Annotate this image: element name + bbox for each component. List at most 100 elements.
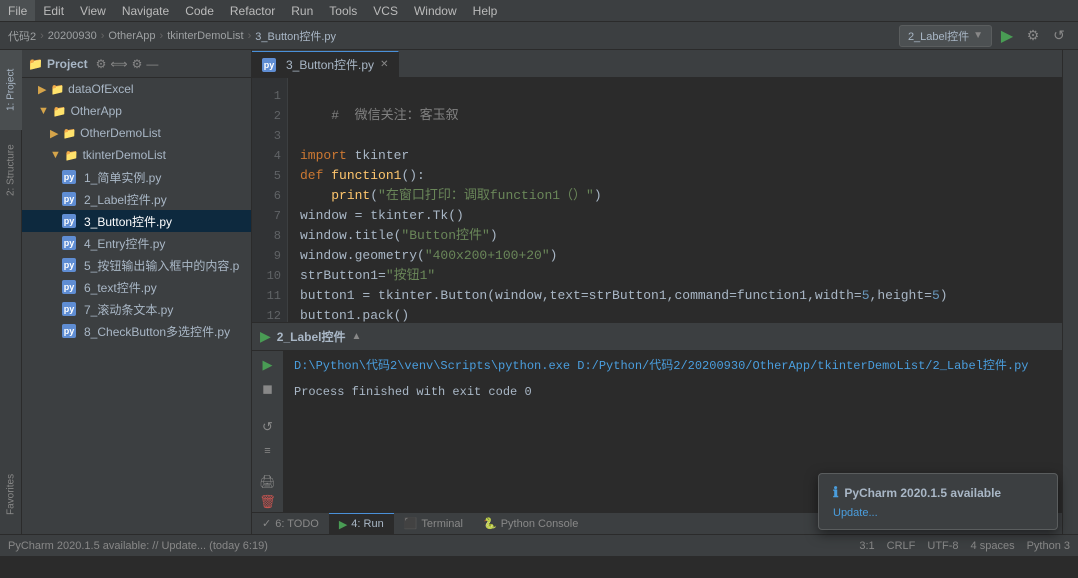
bottom-tab-run-label: 4: Run xyxy=(351,518,383,530)
menu-file[interactable]: File xyxy=(0,0,35,21)
tree-item-py1[interactable]: py 1_简单实例.py xyxy=(22,166,251,188)
notification-title: ℹ PyCharm 2020.1.5 available xyxy=(833,484,1043,501)
run-wrap-button[interactable]: ≡ xyxy=(258,441,278,461)
line-numbers: 1 2 3 4 5 6 7 8 9 10 11 12 xyxy=(252,78,288,322)
bottom-tab-todo-label: 6: TODO xyxy=(275,518,319,530)
folder-glyph: 📁 xyxy=(50,83,64,96)
editor-area: py 3_Button控件.py ✕ 1 2 3 4 5 6 7 8 9 10 xyxy=(252,50,1062,322)
folder-glyph: 📁 xyxy=(65,149,79,162)
tree-item-label: OtherDemoList xyxy=(80,126,161,140)
run-print-button[interactable]: 🖨 xyxy=(258,472,278,492)
folder-expand-icon: ▼ xyxy=(38,105,49,117)
tree-item-label: 2_Label控件.py xyxy=(84,191,167,208)
run-clear-button[interactable]: 🗑 xyxy=(258,492,278,512)
py-file-icon: py xyxy=(62,258,76,272)
tree-item-label: OtherApp xyxy=(71,104,122,118)
run-icon: ▶ xyxy=(339,518,347,531)
run-rerun-button[interactable]: ↺ xyxy=(258,417,278,437)
status-position[interactable]: 3:1 xyxy=(859,540,874,552)
notification-title-text: PyCharm 2020.1.5 available xyxy=(844,486,1001,500)
menubar: File Edit View Navigate Code Refactor Ru… xyxy=(0,0,1078,22)
menu-help[interactable]: Help xyxy=(465,0,506,21)
sidebar-tab-favorites[interactable]: Favorites xyxy=(0,454,22,534)
breadcrumb-part-1[interactable]: 20200930 xyxy=(48,30,97,42)
breadcrumb-part-2[interactable]: OtherApp xyxy=(108,30,155,42)
tree-item-otherdemolist[interactable]: ▶ 📁 OtherDemoList xyxy=(22,122,251,144)
settings-button[interactable]: ⚙ xyxy=(1022,25,1044,47)
status-right: 3:1 CRLF UTF-8 4 spaces Python 3 xyxy=(859,540,1070,552)
run-header-chevron[interactable]: ▲ xyxy=(351,331,361,342)
status-left-text: PyCharm 2020.1.5 available: // Update...… xyxy=(8,540,268,552)
bottom-tab-todo[interactable]: ✓ 6: TODO xyxy=(252,513,329,535)
menu-edit[interactable]: Edit xyxy=(35,0,72,21)
code-area[interactable]: 1 2 3 4 5 6 7 8 9 10 11 12 # 微信关注：客玉叙 im… xyxy=(252,78,1062,322)
tab-button-file[interactable]: py 3_Button控件.py ✕ xyxy=(252,51,399,77)
tree-item-py3-active[interactable]: py 3_Button控件.py xyxy=(22,210,251,232)
sidebar-vertical-tabs: 1: Project 2: Structure Favorites xyxy=(0,50,22,534)
menu-vcs[interactable]: VCS xyxy=(365,0,406,21)
editor-run-container: py 3_Button控件.py ✕ 1 2 3 4 5 6 7 8 9 10 xyxy=(252,50,1062,534)
menu-navigate[interactable]: Navigate xyxy=(114,0,177,21)
run-toolbar: ▶ ◼ ↺ ≡ 🖨 🗑 xyxy=(252,351,284,512)
reload-button[interactable]: ↺ xyxy=(1048,25,1070,47)
tree-item-label: 8_CheckButton多选控件.py xyxy=(84,323,230,340)
project-panel-header: 📁 Project ⚙ ⟺ ⚙ — xyxy=(22,50,251,78)
run-button[interactable]: ▶ xyxy=(996,25,1018,47)
tab-file-icon: py xyxy=(262,58,276,72)
folder-icon: 📁 xyxy=(28,57,43,71)
tree-item-py2[interactable]: py 2_Label控件.py xyxy=(22,188,251,210)
menu-code[interactable]: Code xyxy=(177,0,222,21)
run-path-text: D:\Python\代码2\venv\Scripts\python.exe D:… xyxy=(294,359,1029,373)
sidebar-tab-structure[interactable]: 2: Structure xyxy=(0,130,22,210)
bottom-tab-python-console[interactable]: 🐍 Python Console xyxy=(473,513,588,535)
menu-view[interactable]: View xyxy=(72,0,114,21)
expand-icon[interactable]: ⟺ xyxy=(110,57,127,71)
tree-item-py8[interactable]: py 8_CheckButton多选控件.py xyxy=(22,320,251,342)
tree-item-tkinterdemolist[interactable]: ▼ 📁 tkinterDemoList xyxy=(22,144,251,166)
breadcrumb-file: 3_Button控件.py xyxy=(255,28,336,44)
tree-item-label: 1_简单实例.py xyxy=(84,169,161,186)
tree-item-py6[interactable]: py 6_text控件.py xyxy=(22,276,251,298)
tree-item-py7[interactable]: py 7_滚动条文本.py xyxy=(22,298,251,320)
bottom-tab-run[interactable]: ▶ 4: Run xyxy=(329,513,394,535)
file-tree: ▶ 📁 dataOfExcel ▼ 📁 OtherApp ▶ 📁 OtherDe… xyxy=(22,78,251,534)
menu-window[interactable]: Window xyxy=(406,0,465,21)
tree-item-dataOfExcel[interactable]: ▶ 📁 dataOfExcel xyxy=(22,78,251,100)
tree-item-label: dataOfExcel xyxy=(68,82,133,96)
minimize-icon[interactable]: — xyxy=(146,57,158,71)
todo-icon: ✓ xyxy=(262,517,271,530)
run-panel-header: ▶ 2_Label控件 ▲ xyxy=(252,323,1062,351)
run-play-button[interactable]: ▶ xyxy=(258,355,278,375)
menu-refactor[interactable]: Refactor xyxy=(222,0,283,21)
py-file-icon: py xyxy=(62,324,76,338)
tree-item-label: 5_按钮输出输入框中的内容.p xyxy=(84,257,239,274)
breadcrumb-sep-3: › xyxy=(248,30,252,42)
status-line-endings[interactable]: CRLF xyxy=(887,540,916,552)
status-indent[interactable]: 4 spaces xyxy=(971,540,1015,552)
breadcrumb-root[interactable]: 代码2 xyxy=(8,28,36,44)
tree-item-py4[interactable]: py 4_Entry控件.py xyxy=(22,232,251,254)
notification-update-link[interactable]: Update... xyxy=(833,505,1043,519)
status-python-version[interactable]: Python 3 xyxy=(1027,540,1070,552)
tree-item-otherapp[interactable]: ▼ 📁 OtherApp xyxy=(22,100,251,122)
settings-icon[interactable]: ⚙ xyxy=(96,57,107,71)
tab-close-button[interactable]: ✕ xyxy=(380,59,388,70)
folder-expand-icon: ▶ xyxy=(50,127,58,140)
code-editor[interactable]: # 微信关注：客玉叙 import tkinter def function1(… xyxy=(288,78,1062,322)
run-config-selector[interactable]: 2_Label控件 ▼ xyxy=(899,25,992,47)
project-panel-title: Project xyxy=(47,57,88,71)
run-command-line: D:\Python\代码2\venv\Scripts\python.exe D:… xyxy=(294,357,1052,375)
tree-item-py5[interactable]: py 5_按钮输出输入框中的内容.p xyxy=(22,254,251,276)
status-encoding[interactable]: UTF-8 xyxy=(927,540,958,552)
breadcrumb-part-3[interactable]: tkinterDemoList xyxy=(167,30,243,42)
menu-run[interactable]: Run xyxy=(283,0,321,21)
run-exit-text: Process finished with exit code 0 xyxy=(294,383,1052,401)
notification-info-icon: ℹ xyxy=(833,484,838,501)
sidebar-tab-project[interactable]: 1: Project xyxy=(0,50,22,130)
bottom-tab-terminal[interactable]: ⬛ Terminal xyxy=(394,513,473,535)
py-file-icon: py xyxy=(62,236,76,250)
tab-label: 3_Button控件.py xyxy=(286,56,374,73)
gear-icon[interactable]: ⚙ xyxy=(132,57,143,71)
run-stop-button[interactable]: ◼ xyxy=(258,379,278,399)
menu-tools[interactable]: Tools xyxy=(321,0,365,21)
